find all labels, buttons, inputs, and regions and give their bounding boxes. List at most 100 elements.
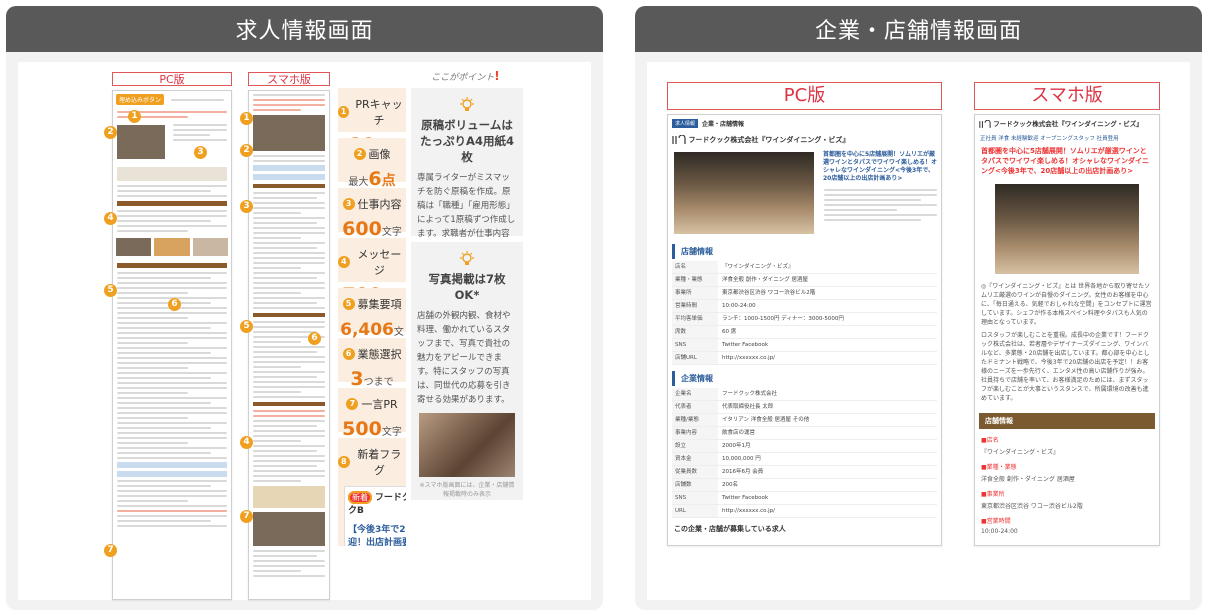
info-row-key: 店名 (672, 261, 718, 273)
restaurant-photo (995, 183, 1139, 274)
info-row: 店舗URL http://xxxxxx.co.jp/ (672, 352, 937, 365)
lightbulb-icon (417, 96, 517, 113)
info-row: 店名 『ワインダイニング・ビズ』 (672, 261, 937, 274)
info-row-value: Twitter Facebook (722, 342, 769, 348)
info-row-key: 資本金 (672, 453, 718, 465)
info-row-value: 2000年1月 (722, 443, 751, 449)
info-row-key: 店舗URL (672, 352, 718, 364)
pc-label: PC版 (112, 72, 232, 86)
marker-6: 6 (168, 298, 181, 311)
info-row: 資本金 10,000,000 円 (672, 453, 937, 466)
sp-marker-5: 5 (240, 320, 253, 333)
info-row: 席数 60 席 (672, 326, 937, 339)
spec-image: 2 画像 最大6点 (338, 138, 406, 190)
marker-3: 3 (194, 146, 207, 159)
info-row-value: 『ワインダイニング・ビズ』 (722, 264, 794, 270)
info-row-key: URL (672, 505, 718, 517)
info-row-key: 平均客単価 (672, 313, 718, 325)
info-row: 業種/業態 イタリアン 洋食全般 居酒屋 その他 (672, 414, 937, 427)
point-volume: 原稿ボリュームは たっぷりA4用紙4枚 専属ライターがミスマッチを防ぐ原稿を作成。… (411, 88, 523, 281)
info-row-key: 事業所 (672, 287, 718, 299)
spec-business-type: 6 業態選択 3つまで (338, 338, 406, 390)
info-row-key: 企業名 (672, 388, 718, 400)
info-row-key: 営業時間 (672, 300, 718, 312)
panel-title: 求人情報画面 (6, 6, 603, 52)
restaurant-icon (672, 135, 686, 144)
marker-1: 1 (128, 110, 141, 123)
new-badge: 新着 (348, 491, 372, 504)
info-row: 店舗数 200名 (672, 479, 937, 492)
info-row-value: Twitter Facebook (722, 495, 769, 501)
info-row-value: 飲食店の運営 (722, 430, 756, 436)
sp-job-mockup (248, 90, 330, 600)
pc-label: PC版 (667, 82, 942, 110)
info-row-key: SNS (672, 492, 718, 504)
sp-label: スマホ版 (974, 82, 1160, 110)
point-title: ここがポイント! (431, 69, 500, 83)
sp-marker-4: 4 (240, 436, 253, 449)
info-row-key: 店舗数 (672, 479, 718, 491)
pc-job-mockup: 埋め込みボタン (112, 90, 232, 600)
company-info-body: PC版 スマホ版 求人情報 企業・店舗情報 フードクック株式会社『ワインダイニン… (647, 62, 1190, 600)
sp-marker-6: 6 (308, 332, 321, 345)
info-row-key: 設立 (672, 440, 718, 452)
sp-company-mockup: フードクック株式会社『ワインダイニング・ビズ』 正社員 洋食 未経験歓迎 オープ… (974, 114, 1160, 546)
info-row-key: 従業員数 (672, 466, 718, 478)
restaurant-photo (674, 152, 814, 234)
info-row: 企業名 フードクック株式会社 (672, 388, 937, 401)
marker-4: 4 (104, 212, 117, 225)
job-info-body: PC版 埋め込みボタン 1 2 3 4 5 6 7 スマホ版 1 2 3 5 6… (18, 62, 591, 600)
sp-marker-1: 1 (240, 112, 253, 125)
company-name: フードクック株式会社『ワインダイニング・ビズ』 (668, 132, 941, 148)
sp-marker-2: 2 (240, 144, 253, 157)
spec-new-flag: 8新着フラグ 新着 フードクックB 【今後3年で20 迎！出店計画要】 (338, 438, 406, 546)
info-row-key: 業種・業態 (672, 274, 718, 286)
job-info-panel: 求人情報画面 PC版 埋め込みボタン 1 2 3 4 5 6 7 スマホ版 1 … (6, 6, 603, 610)
info-row-value: 60 席 (722, 329, 737, 335)
info-row-key: 業種/業態 (672, 414, 718, 426)
spec-job-content: 3 仕事内容 600文字 (338, 188, 406, 240)
info-row-key: 事業内容 (672, 427, 718, 439)
info-row-value: 2016年6月 会員 (722, 469, 764, 475)
info-row-value: 10:00-24:00 (722, 303, 756, 309)
info-row-value: 10,000,000 円 (722, 456, 761, 462)
info-row-value: 200名 (722, 482, 738, 488)
company-info-panel: 企業・店舗情報画面 PC版 スマホ版 求人情報 企業・店舗情報 フードクック株式… (635, 6, 1202, 610)
info-row-value: 洋食全般 創作・ダイニング 居酒屋 (722, 277, 808, 283)
info-row: 営業時間 10:00-24:00 (672, 300, 937, 313)
info-row: 事業内容 飲食店の運営 (672, 427, 937, 440)
marker-5: 5 (104, 284, 117, 297)
spec-message: 4メッセージ 700文字 (338, 238, 406, 306)
staff-photo (419, 412, 515, 477)
info-row-value: フードクック株式会社 (722, 391, 778, 397)
info-row: 従業員数 2016年6月 会員 (672, 466, 937, 479)
sp-marker-7: 7 (240, 510, 253, 523)
lightbulb-icon (417, 250, 517, 267)
info-row: SNS Twitter Facebook (672, 492, 937, 505)
info-row: 事業所 東京都渋谷区渋谷 ワコー渋谷ビル2階 (672, 287, 937, 300)
spec-requirements: 5募集要項 6,406文字 (338, 288, 406, 364)
info-row-key: SNS (672, 339, 718, 351)
info-row: 平均客単価 ランチ：1000-1500円 ディナー：3000-5000円 (672, 313, 937, 326)
spec-pr-catch: 1PRキャッチ 80文字 (338, 88, 406, 156)
buried-button-label: 埋め込みボタン (116, 94, 165, 105)
info-row: 代表者 代表取締役社長 太郎 (672, 401, 937, 414)
info-row-value: http://xxxxxx.co.jp/ (722, 355, 776, 361)
info-row-key: 席数 (672, 326, 718, 338)
point-photos: 写真掲載は7枚OK* 店舗の外観内観、食材や料理、働かれているスタッフまで、写真… (411, 242, 523, 500)
info-row-key: 代表者 (672, 401, 718, 413)
info-row: 業種・業態 洋食全般 創作・ダイニング 居酒屋 (672, 274, 937, 287)
restaurant-icon (979, 119, 991, 128)
info-row: URL http://xxxxxx.co.jp/ (672, 505, 937, 518)
sp-label: スマホ版 (248, 72, 330, 86)
marker-7: 7 (104, 544, 117, 557)
info-row-value: イタリアン 洋食全般 居酒屋 その他 (722, 417, 810, 423)
info-row: SNS Twitter Facebook (672, 339, 937, 352)
info-row-value: 東京都渋谷区渋谷 ワコー渋谷ビル2階 (722, 290, 816, 296)
spec-short-pr: 7 一言PR 500文字 (338, 388, 406, 440)
info-row-value: 代表取締役社長 太郎 (722, 404, 774, 410)
pc-company-mockup: 求人情報 企業・店舗情報 フードクック株式会社『ワインダイニング・ビズ』 首都圏… (667, 114, 942, 546)
panel-title: 企業・店舗情報画面 (635, 6, 1202, 52)
marker-2: 2 (104, 126, 117, 139)
info-row: 設立 2000年1月 (672, 440, 937, 453)
